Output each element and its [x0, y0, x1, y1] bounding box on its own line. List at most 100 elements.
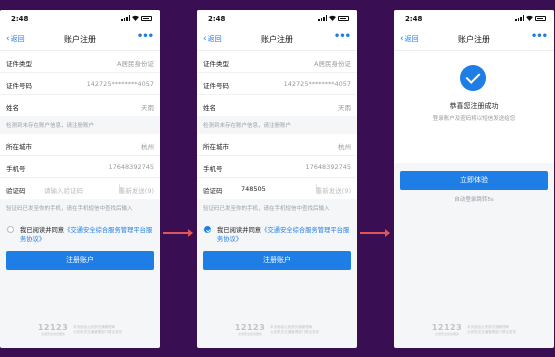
name-value: 天雨: [338, 104, 351, 112]
contact-section: 所在城市 杭州 手机号 17648392745 验证码 请输入验证码 重新发送(9): [0, 134, 160, 199]
footer-text: 本页面由公安部交通管理局 公安机关交通管理部门联合发布: [467, 325, 516, 335]
resend-button[interactable]: 重新发送(9): [119, 185, 154, 195]
id-number-value: 142725********4057: [86, 80, 154, 88]
identity-section: 证件类型 A居民身份证 证件号码 142725********4057 姓名 天雨: [0, 51, 160, 116]
phone-label: 手机号: [6, 165, 26, 173]
status-bar: 2:48: [394, 10, 554, 28]
success-panel: 恭喜您注册成功 登录账户及密码将以短信发送给您: [394, 51, 554, 163]
id-type-value: A居民身份证: [117, 60, 154, 68]
id-type-label: 证件类型: [6, 60, 32, 68]
arrow-right-icon: [360, 229, 390, 237]
phone-screen-3: 2:48 ‹ 返回 账户注册 ••• 恭喜您注册成功 登录账户及密码将以短信发送给…: [394, 10, 554, 348]
id-number-row: 证件号码 142725********4057: [0, 73, 160, 95]
logo: 12123 交通安全综合服务: [235, 323, 265, 336]
id-number-label: 证件号码: [6, 82, 32, 90]
footer-text: 本页面由公安部交通管理局 公安机关交通管理部门联合发布: [270, 325, 319, 335]
code-input[interactable]: 请输入验证码: [44, 185, 83, 195]
signal-icon: [121, 15, 130, 21]
city-row[interactable]: 所在城市 杭州: [0, 134, 160, 156]
id-type-row[interactable]: 证件类型 A居民身份证: [0, 51, 160, 73]
footer-text: 本页面由公安部交通管理局 公安机关交通管理部门联合发布: [73, 325, 122, 335]
phone-value: 17648392745: [305, 163, 352, 171]
footer-line-2: 公安机关交通管理部门联合发布: [73, 329, 123, 334]
agree-prefix: 我已阅读并同意: [20, 227, 65, 234]
identity-section: 证件类型 A居民身份证 证件号码 142725********4057 姓名 天雨: [197, 51, 357, 116]
footer-line-1: 本页面由公安部交通管理局: [270, 324, 313, 329]
check-circle-icon: [460, 65, 486, 91]
phone-value: 17648392745: [108, 163, 155, 171]
name-row: 姓名 天雨: [0, 95, 160, 116]
contact-section: 所在城市 杭州 手机号 17648392745 验证码 748505 重新发送(9): [197, 134, 357, 199]
city-label: 所在城市: [6, 143, 32, 151]
id-number-value: 142725********4057: [283, 80, 351, 88]
logo-text: 12123: [431, 323, 463, 332]
signal-icon: [515, 15, 524, 21]
try-now-button[interactable]: 立即体验: [400, 171, 548, 190]
wifi-icon: [526, 15, 533, 21]
city-value: 杭州: [338, 143, 351, 151]
status-icons: [121, 15, 152, 21]
logo-subtext: 交通安全综合服务: [237, 332, 262, 336]
battery-icon: [535, 15, 546, 21]
register-button[interactable]: 注册账户: [203, 251, 351, 270]
code-row: 验证码 748505 重新发送(9): [197, 178, 357, 199]
phone-label: 手机号: [203, 165, 223, 173]
status-bar: 2:48: [0, 10, 160, 28]
success-title: 恭喜您注册成功: [449, 102, 499, 110]
agree-checkbox[interactable]: [204, 226, 211, 233]
city-row[interactable]: 所在城市 杭州: [197, 134, 357, 156]
footer-line-2: 公安机关交通管理部门联合发布: [270, 329, 320, 334]
signal-icon: [318, 15, 327, 21]
agreement-text: 我已阅读并同意《交通安全综合服务管理平台服务协议》: [20, 226, 154, 244]
phone-row[interactable]: 手机号 17648392745: [0, 156, 160, 178]
more-icon[interactable]: •••: [531, 31, 548, 42]
resend-button[interactable]: 重新发送(9): [316, 185, 351, 195]
battery-icon: [338, 15, 349, 21]
register-button[interactable]: 注册账户: [6, 251, 154, 270]
logo-text: 12123: [37, 323, 69, 332]
name-label: 姓名: [6, 104, 19, 112]
logo: 12123 交通安全综合服务: [38, 323, 68, 336]
status-bar: 2:48: [197, 10, 357, 28]
name-label: 姓名: [203, 104, 216, 112]
more-icon[interactable]: •••: [334, 31, 351, 42]
status-time: 2:48: [405, 15, 423, 23]
footer: 12123 交通安全综合服务 本页面由公安部交通管理局 公安机关交通管理部门联合发布: [0, 323, 160, 336]
phone-row[interactable]: 手机号 17648392745: [197, 156, 357, 178]
no-account-hint: 检测到未存在账户信息，请注册账户: [0, 116, 160, 134]
logo-subtext: 交通安全综合服务: [40, 332, 65, 336]
code-sent-hint: 验证码已发至你的手机，请在手机短信中查找后输入: [197, 199, 357, 217]
battery-icon: [141, 15, 152, 21]
agreement-text: 我已阅读并同意《交通安全综合服务管理平台服务协议》: [217, 226, 351, 244]
logo-text: 12123: [234, 323, 266, 332]
code-row: 验证码 请输入验证码 重新发送(9): [0, 178, 160, 199]
logo-subtext: 交通安全综合服务: [434, 332, 459, 336]
nav-bar: ‹ 返回 账户注册 •••: [0, 28, 160, 51]
id-number-row: 证件号码 142725********4057: [197, 73, 357, 95]
footer-line-1: 本页面由公安部交通管理局: [467, 324, 510, 329]
code-label: 验证码: [203, 187, 223, 195]
more-icon[interactable]: •••: [137, 31, 154, 42]
phone-screen-1: 2:48 ‹ 返回 账户注册 ••• 证件类型 A居民身份证 证件号码 142725*…: [0, 10, 160, 348]
city-value: 杭州: [141, 143, 154, 151]
code-sent-hint: 验证码已发至你的手机，请在手机短信中查找后输入: [0, 199, 160, 217]
status-time: 2:48: [11, 15, 29, 23]
code-input[interactable]: 748505: [241, 185, 266, 193]
agree-checkbox[interactable]: [7, 226, 14, 233]
no-account-hint: 检测到未存在账户信息，请注册账户: [197, 116, 357, 134]
id-type-label: 证件类型: [203, 60, 229, 68]
phone-screen-2: 2:48 ‹ 返回 账户注册 ••• 证件类型 A居民身份证 证件号码 142725*…: [197, 10, 357, 348]
id-number-label: 证件号码: [203, 82, 229, 90]
nav-bar: ‹ 返回 账户注册 •••: [197, 28, 357, 51]
footer: 12123 交通安全综合服务 本页面由公安部交通管理局 公安机关交通管理部门联合发布: [197, 323, 357, 336]
id-type-row[interactable]: 证件类型 A居民身份证: [197, 51, 357, 73]
agreement: 我已阅读并同意《交通安全综合服务管理平台服务协议》: [0, 221, 160, 251]
name-row: 姓名 天雨: [197, 95, 357, 116]
name-value: 天雨: [141, 104, 154, 112]
nav-bar: ‹ 返回 账户注册 •••: [394, 28, 554, 51]
city-label: 所在城市: [203, 143, 229, 151]
wifi-icon: [132, 15, 139, 21]
auto-login-text: 自动登录跳转5s: [454, 197, 494, 203]
wifi-icon: [329, 15, 336, 21]
footer-line-2: 公安机关交通管理部门联合发布: [467, 329, 517, 334]
